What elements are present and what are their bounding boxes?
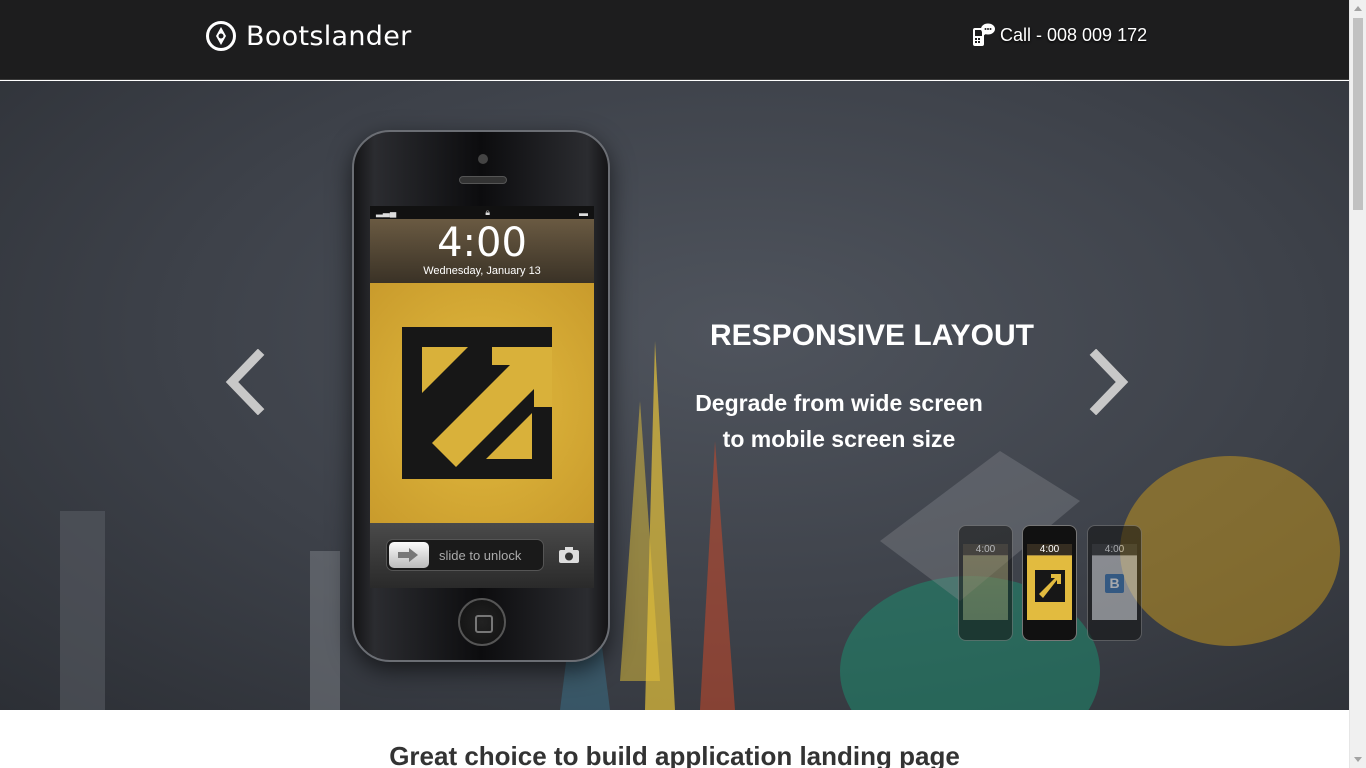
hero-carousel: ▂▃▄ 🔒︎ ▬ 4:00 Wednesday, January 13 slid…	[0, 81, 1349, 710]
slide-subtitle: Degrade from wide screen to mobile scree…	[680, 385, 998, 457]
subtitle-line-1: Degrade from wide screen	[695, 390, 983, 416]
unlock-knob[interactable]	[389, 542, 429, 568]
thumbnail-screen: 4:00 B	[1092, 544, 1137, 620]
battery-icon: ▬	[579, 207, 588, 218]
phone-status-bar: ▂▃▄ 🔒︎ ▬	[370, 206, 594, 219]
hero-background-image	[60, 341, 1340, 710]
brand-name: Bootslander	[246, 20, 412, 52]
subtitle-line-2: to mobile screen size	[722, 426, 956, 452]
phone-earpiece	[459, 176, 507, 184]
unlock-label: slide to unlock	[439, 548, 522, 563]
call-link[interactable]: Call - 008 009 172	[970, 22, 1147, 48]
chevron-right-icon	[1089, 349, 1129, 415]
unlock-bar: slide to unlock	[370, 523, 594, 588]
brand-logo[interactable]: Bootslander	[205, 20, 412, 52]
phone-lock-screen: ▂▃▄ 🔒︎ ▬ 4:00 Wednesday, January 13 slid…	[370, 206, 594, 588]
arrow-right-icon	[398, 548, 418, 562]
phone-home-button	[458, 598, 506, 646]
thumbnail-time: 4:00	[963, 544, 1008, 555]
scrollbar-thumb[interactable]	[1353, 18, 1363, 210]
slide-thumbnail-1[interactable]: 4:00	[958, 525, 1013, 641]
phone-wallpaper	[370, 283, 594, 523]
scroll-down-arrow-icon[interactable]	[1354, 757, 1362, 762]
section-title: Great choice to build application landin…	[389, 741, 960, 768]
thumbnail-time: 4:00	[1027, 544, 1072, 555]
carousel-next-button[interactable]	[1086, 349, 1132, 415]
phone-chat-icon	[973, 23, 995, 46]
thumbnail-time: 4:00	[1092, 544, 1137, 555]
bootstrap-icon: B	[1105, 574, 1124, 593]
lock-date: Wednesday, January 13	[423, 265, 541, 277]
call-number: Call - 008 009 172	[1000, 24, 1148, 45]
lock-icon: 🔒︎	[485, 207, 491, 217]
carousel-prev-button[interactable]	[222, 349, 268, 415]
slide-thumbnail-2[interactable]: 4:00	[1022, 525, 1077, 641]
lock-time: 4:00	[437, 220, 527, 266]
phone-mockup: ▂▃▄ 🔒︎ ▬ 4:00 Wednesday, January 13 slid…	[352, 130, 610, 662]
resize-arrow-icon	[1035, 570, 1065, 602]
lock-header: 4:00 Wednesday, January 13	[370, 219, 594, 283]
unlock-slider[interactable]: slide to unlock	[386, 539, 544, 571]
compass-logo-icon	[206, 21, 236, 51]
signal-icon: ▂▃▄	[376, 207, 397, 217]
thumbnail-screen: 4:00	[1027, 544, 1072, 620]
top-navbar: Bootslander Call - 008 009 172	[0, 0, 1349, 80]
scroll-up-arrow-icon[interactable]	[1354, 6, 1362, 11]
page-scrollbar[interactable]	[1349, 0, 1366, 768]
camera-icon[interactable]	[558, 545, 580, 565]
resize-arrow-icon	[402, 327, 552, 479]
phone-camera	[478, 154, 488, 164]
slide-title: RESPONSIVE LAYOUT	[710, 319, 1034, 352]
thumbnail-screen: 4:00	[963, 544, 1008, 620]
chevron-left-icon	[225, 349, 265, 415]
slide-thumbnail-3[interactable]: 4:00 B	[1087, 525, 1142, 641]
